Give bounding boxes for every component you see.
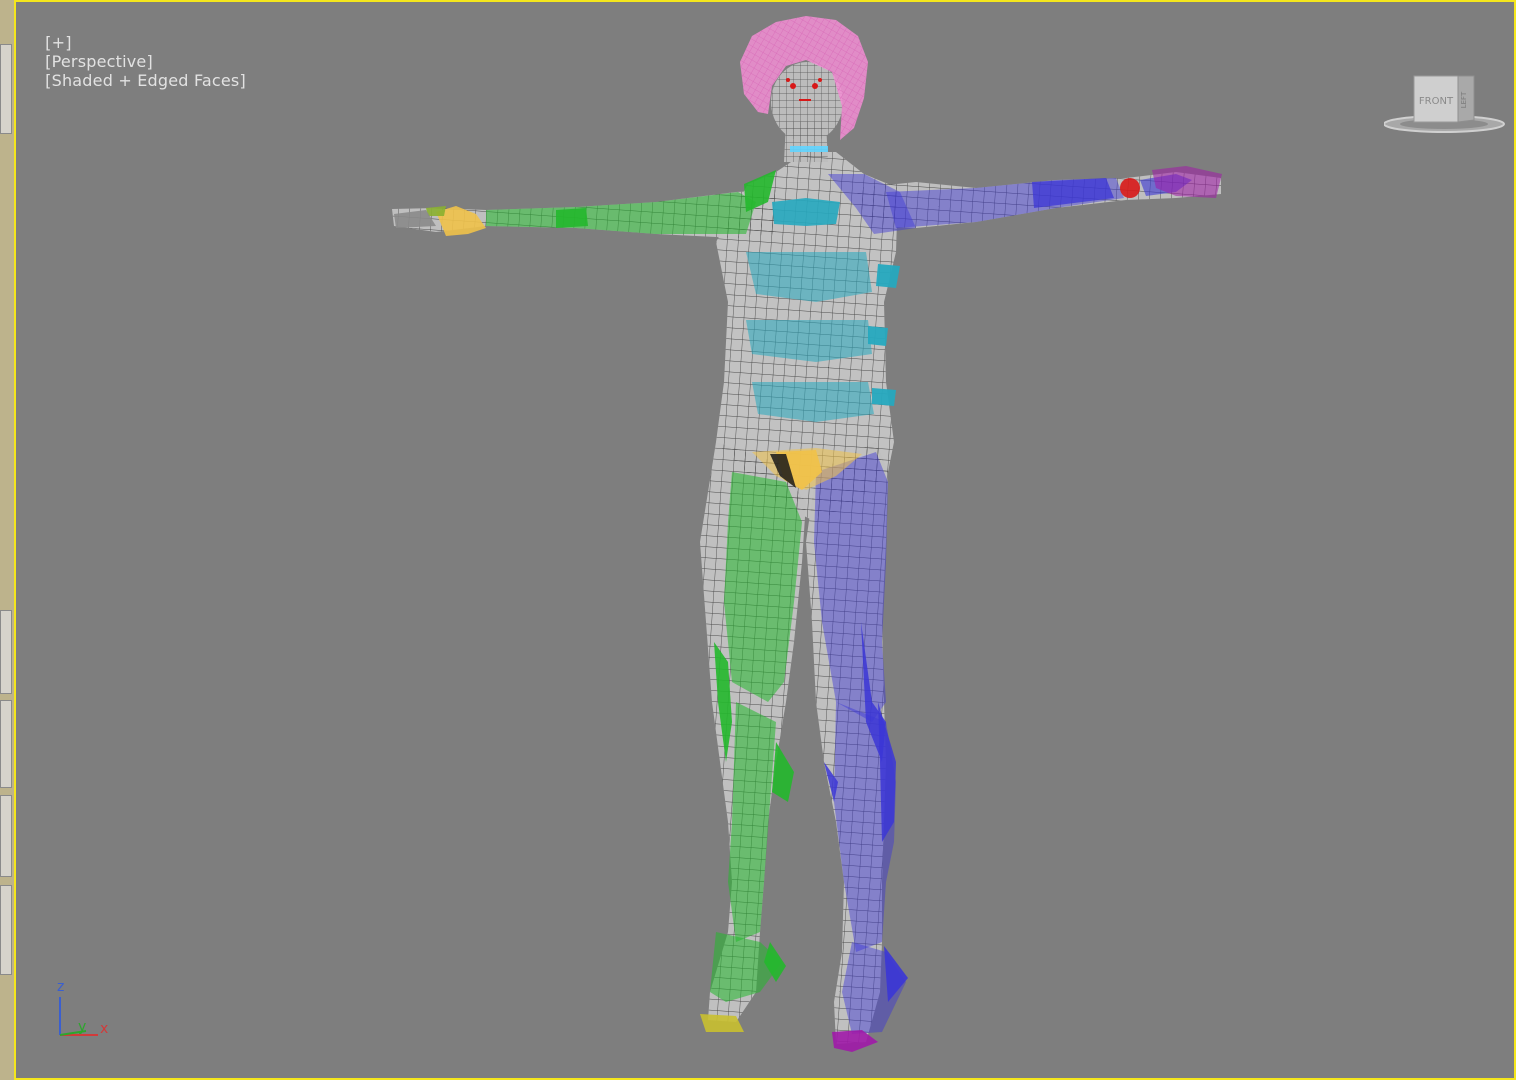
command-panel-edge [0, 0, 14, 1080]
perspective-viewport[interactable]: [+] [Perspective] [Shaded + Edged Faces]… [14, 0, 1516, 1080]
axis-x-label: x [100, 1021, 108, 1037]
viewport-menu-plus[interactable]: [+] [45, 33, 72, 52]
viewport-view-menu[interactable]: [Perspective] [45, 52, 153, 71]
panel-button[interactable] [0, 44, 12, 134]
panel-button[interactable] [0, 885, 12, 975]
red-magenta-rig-parts[interactable] [832, 166, 1222, 1052]
viewport-shading-menu[interactable]: [Shaded + Edged Faces] [45, 71, 246, 90]
axis-y-label: y [78, 1019, 86, 1035]
character-mesh-scene[interactable] [16, 2, 1514, 1078]
viewport-label: [+] [Perspective] [Shaded + Edged Faces] [24, 14, 246, 109]
panel-button[interactable] [0, 795, 12, 877]
panel-button[interactable] [0, 700, 12, 788]
viewcube-side-label[interactable]: LEFT [1460, 91, 1468, 108]
axis-z-label: z [57, 979, 64, 995]
viewcube-front-label[interactable]: FRONT [1419, 96, 1454, 107]
viewcube-icon[interactable]: FRONT LEFT [1384, 72, 1508, 138]
axis-tripod-icon: z y x [57, 979, 108, 1037]
panel-button[interactable] [0, 610, 12, 694]
